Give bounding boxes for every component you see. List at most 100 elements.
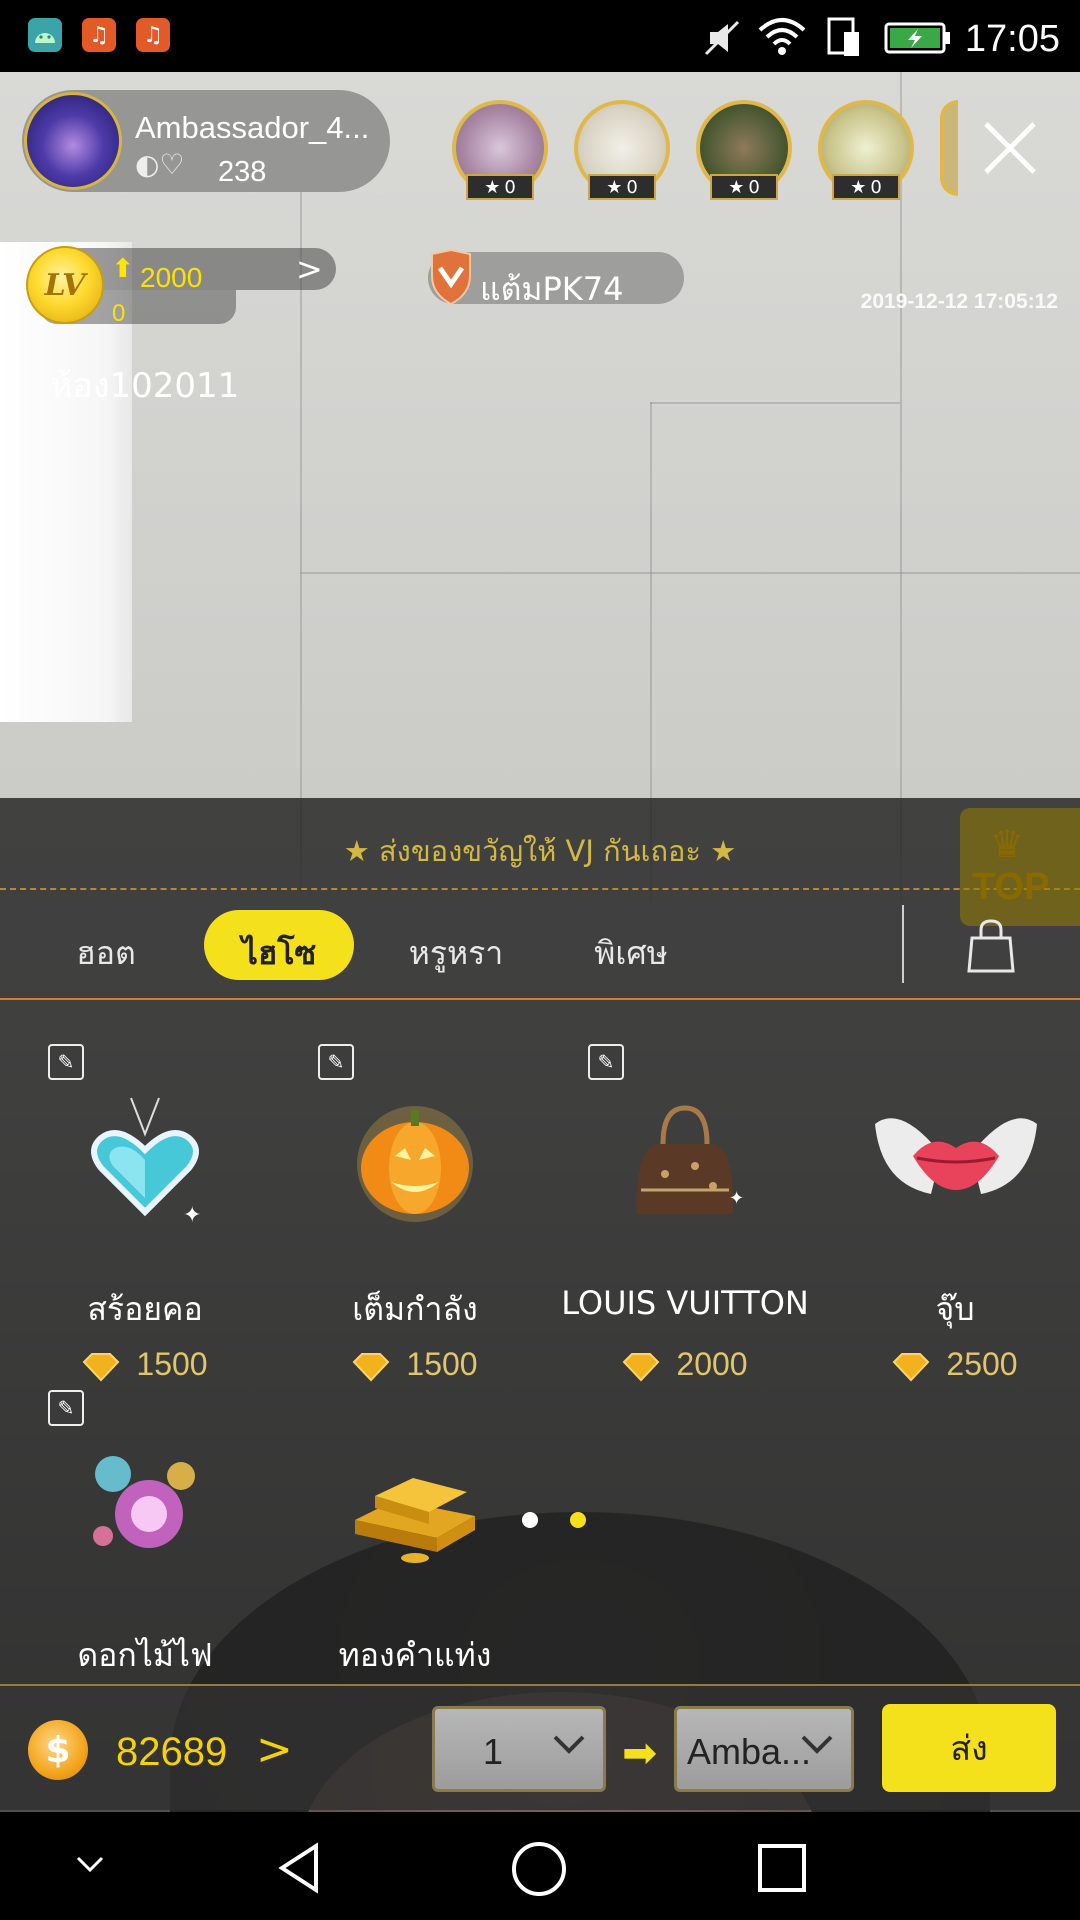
shield-icon: [431, 248, 471, 306]
wifi-icon: [758, 18, 806, 55]
viewer-avatar-partial[interactable]: [940, 100, 958, 196]
recipient-select[interactable]: Amba...: [674, 1706, 854, 1792]
host-name: Ambassador_4...: [135, 110, 370, 145]
gift-price-value: 1500: [136, 1346, 208, 1382]
bag-icon[interactable]: [966, 918, 1016, 974]
gift-name: ทองคำแท่ง: [338, 1636, 492, 1674]
timestamp: 2019-12-12 17:05:12: [860, 290, 1058, 313]
chevron-down-icon: [553, 1735, 585, 1754]
level-current: 0: [112, 300, 126, 327]
gift-item[interactable]: ✎ เต็มกำลัง 1500: [280, 1044, 550, 1384]
star-icon: ★: [606, 176, 623, 198]
quantity-value: 1: [483, 1731, 504, 1772]
level-target: 2000: [140, 262, 203, 293]
gift-item[interactable]: ✎ ✦ สร้อยคอ 1500: [10, 1044, 280, 1384]
status-bar: ♫ ♫ 17:05: [0, 0, 1080, 72]
chevron-down-icon: [801, 1735, 833, 1754]
gift-item[interactable]: ✎ ดอกไม้ไฟ: [10, 1390, 280, 1730]
svg-text:✦: ✦: [729, 1188, 744, 1209]
send-button[interactable]: ส่ง: [882, 1704, 1056, 1792]
diamond-icon: [893, 1352, 930, 1382]
viewer-badge: ★ 0: [588, 174, 656, 200]
gift-mark-icon: ✎: [318, 1044, 354, 1080]
page-indicator-dot[interactable]: [522, 1512, 538, 1528]
diamond-icon: [83, 1352, 120, 1382]
tab-hiso[interactable]: ไฮโซ: [204, 918, 354, 988]
gift-item[interactable]: ✎ ✦ LOUIS VUITTON 2000: [550, 1044, 820, 1384]
coin-icon: $: [28, 1720, 88, 1780]
fireworks-icon: [93, 1456, 195, 1548]
android-icon: [28, 18, 62, 52]
arrow-right-icon: ➡: [622, 1728, 658, 1777]
navigation-bar: [0, 1812, 1080, 1920]
gift-price: 2500: [820, 1346, 1080, 1383]
tab-special[interactable]: พิเศษ: [576, 918, 686, 988]
gift-name: LOUIS VUITTON: [561, 1284, 809, 1322]
quantity-select[interactable]: 1: [432, 1706, 606, 1792]
gift-price-value: 1500: [406, 1346, 478, 1382]
gift-item[interactable]: จุ๊บ 2500: [820, 1044, 1080, 1384]
chevron-right-icon[interactable]: >: [256, 1724, 293, 1775]
pk-score-label: แต้มPK74: [480, 270, 624, 308]
top-label: TOP: [972, 866, 1050, 908]
viewer-count: 0: [870, 176, 882, 198]
gift-mark-icon: ✎: [48, 1390, 84, 1426]
music-icon: ♫: [136, 18, 170, 52]
status-time: 17:05: [964, 18, 1060, 60]
handbag-icon: ✦: [636, 1105, 744, 1214]
viewer-badge: ★ 0: [466, 174, 534, 200]
gift-price: 1500: [280, 1346, 550, 1383]
heart-necklace-icon: ✦: [91, 1097, 201, 1224]
star-icon: ★: [484, 176, 501, 198]
gift-item[interactable]: ทองคำแท่ง: [280, 1390, 550, 1730]
viewer-count: 0: [748, 176, 760, 198]
close-icon: [984, 122, 1036, 174]
home-icon[interactable]: [510, 1840, 568, 1898]
star-icon: ★: [850, 176, 867, 198]
recipient-value: Amba...: [687, 1731, 812, 1772]
wall-line: [650, 402, 900, 404]
gift-name: สร้อยคอ: [87, 1290, 203, 1328]
gift-price: 1500: [10, 1346, 280, 1383]
divider: [0, 888, 1080, 890]
gift-price-value: 2500: [946, 1346, 1018, 1382]
divider: [902, 905, 904, 983]
gift-price-value: 2000: [676, 1346, 748, 1382]
chevron-right-icon[interactable]: >: [296, 250, 323, 288]
diamond-icon: [623, 1352, 660, 1382]
winged-lips-icon: [875, 1118, 1037, 1194]
svg-text:✦: ✦: [183, 1203, 201, 1224]
gift-name: เต็มกำลัง: [352, 1290, 478, 1328]
tab-luxury[interactable]: หรูหรา: [396, 918, 516, 988]
coin-balance[interactable]: 82689: [116, 1730, 227, 1775]
wall-line: [300, 192, 302, 892]
gift-mark-icon: ✎: [48, 1044, 84, 1080]
room-id: ห้อง102011: [50, 366, 240, 406]
chevron-down-icon[interactable]: [72, 1852, 108, 1878]
page-indicator-dot-active[interactable]: [570, 1512, 586, 1528]
divider: [0, 998, 1080, 1000]
gold-bars-icon: [355, 1478, 475, 1563]
gift-price: 2000: [550, 1346, 820, 1383]
sim-icon: [827, 17, 859, 56]
heart-icon: ◐♡: [135, 148, 185, 181]
arrow-up-icon: ⬆: [112, 254, 134, 284]
star-icon: ★: [728, 176, 745, 198]
gift-name: ดอกไม้ไฟ: [77, 1636, 213, 1674]
viewer-badge: ★ 0: [710, 174, 778, 200]
close-button[interactable]: [980, 118, 1040, 178]
viewer-count: 0: [504, 176, 516, 198]
host-avatar[interactable]: [24, 92, 122, 190]
recents-icon[interactable]: [756, 1842, 808, 1894]
gift-panel-title: ★ ส่งของขวัญให้ VJ กันเถอะ ★: [343, 834, 737, 868]
gift-mark-icon: ✎: [588, 1044, 624, 1080]
wall-line: [900, 72, 902, 902]
diamond-icon: [353, 1352, 390, 1382]
battery-charging-icon: [884, 22, 950, 54]
host-likes-count: 238: [218, 156, 267, 188]
viewer-badge: ★ 0: [832, 174, 900, 200]
back-icon[interactable]: [272, 1840, 328, 1896]
wall-line: [300, 572, 1080, 574]
gift-name: จุ๊บ: [935, 1290, 975, 1328]
tab-hot[interactable]: ฮอต: [56, 918, 156, 988]
